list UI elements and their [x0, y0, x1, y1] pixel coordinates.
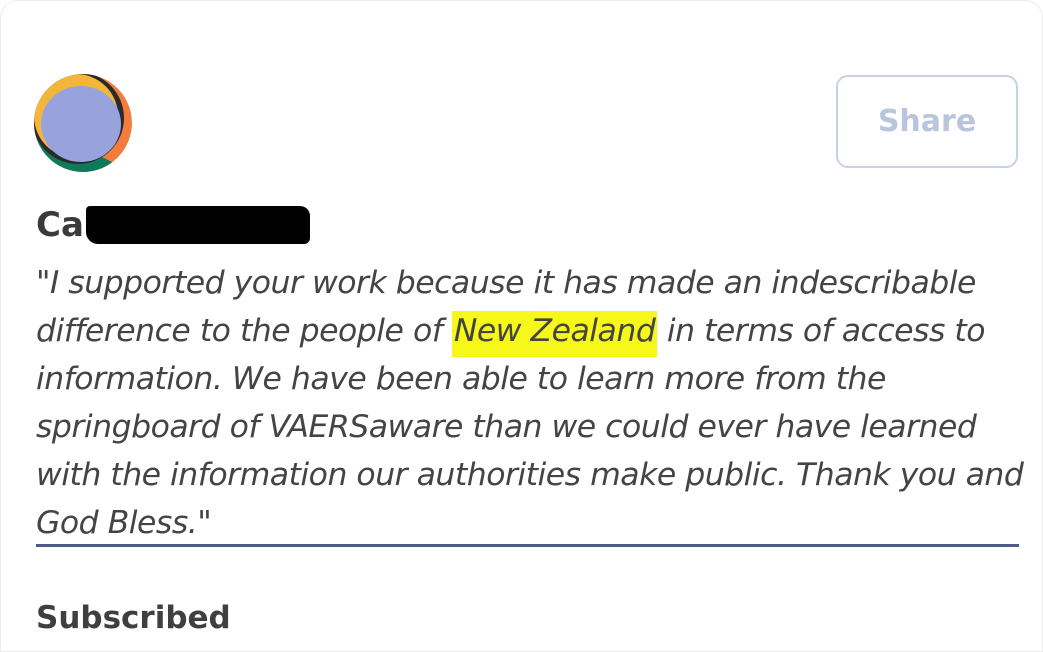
redaction-bar [86, 206, 310, 244]
testimonial-card: Share Ca "I supported your work because … [0, 0, 1043, 652]
subscription-status: Subscribed [36, 600, 231, 636]
avatar-icon [34, 74, 132, 172]
divider [36, 544, 1019, 547]
testimonial-quote: "I supported your work because it has ma… [36, 259, 1036, 547]
supporter-name-text: Ca [36, 205, 84, 245]
highlighted-text: New Zealand [451, 311, 658, 357]
supporter-name: Ca [36, 200, 84, 250]
share-button[interactable]: Share [836, 75, 1018, 168]
